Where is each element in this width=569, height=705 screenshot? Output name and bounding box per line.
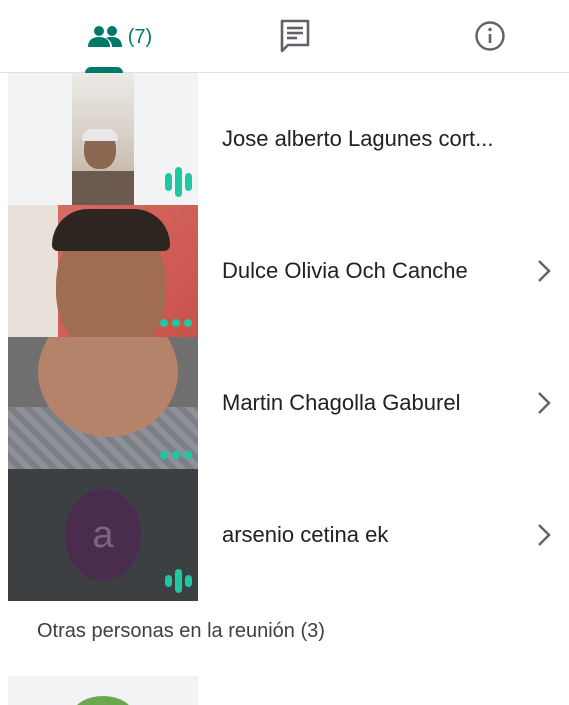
participant-name: Dulce Olivia Och Canche — [222, 258, 468, 283]
chevron-right-icon[interactable] — [537, 469, 551, 601]
chat-icon — [280, 19, 310, 53]
tab-people[interactable]: (7) — [50, 0, 190, 72]
people-icon — [87, 26, 122, 47]
participant-video — [8, 337, 198, 469]
avatar — [72, 696, 134, 705]
tab-chat[interactable] — [225, 0, 365, 72]
chevron-right-icon[interactable] — [537, 337, 551, 469]
participant-name: Jose alberto Lagunes cort... — [222, 126, 494, 151]
participant-video — [8, 73, 198, 205]
participant-row[interactable]: Martin Chagolla Gaburel — [0, 337, 569, 469]
chevron-right-icon[interactable] — [537, 205, 551, 337]
participant-row[interactable]: a arsenio cetina ek — [0, 469, 569, 601]
more-dots-icon — [160, 451, 192, 459]
participant-video[interactable] — [8, 676, 198, 705]
speaking-indicator-icon — [165, 167, 192, 197]
tab-bar: (7) — [0, 0, 569, 73]
info-icon — [475, 21, 505, 51]
tab-info[interactable] — [420, 0, 560, 72]
more-dots-icon — [160, 319, 192, 327]
participant-name: arsenio cetina ek — [222, 522, 389, 547]
speaking-indicator-icon — [165, 569, 192, 593]
avatar: a — [65, 489, 141, 581]
participant-video: a — [8, 469, 198, 601]
others-section-title: Otras personas en la reunión (3) — [37, 620, 325, 642]
participant-row[interactable]: Dulce Olivia Och Canche — [0, 205, 569, 337]
participant-row[interactable]: Jose alberto Lagunes cort... — [0, 73, 569, 205]
people-count: (7) — [127, 25, 153, 48]
participant-video — [8, 205, 198, 337]
participant-name: Martin Chagolla Gaburel — [222, 390, 461, 415]
